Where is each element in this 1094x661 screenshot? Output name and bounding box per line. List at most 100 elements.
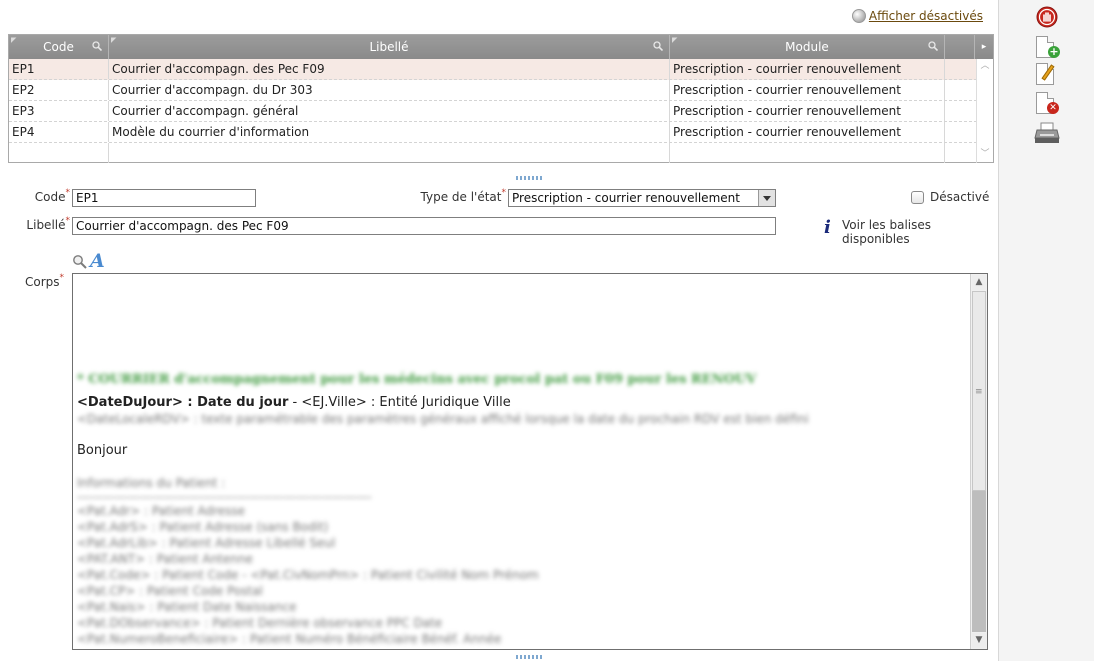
font-style-icon[interactable]: A: [90, 250, 105, 272]
editor-greeting: Bonjour: [77, 443, 128, 458]
table-row[interactable]: EP1 Courrier d'accompagn. des Pec F09 Pr…: [9, 59, 977, 80]
date-tag: <DateDuJour> : Date du jour: [77, 395, 289, 410]
search-icon[interactable]: [72, 254, 88, 270]
editor-blurred-line: <Pat.AdrS> : Patient Adresse (sans Bodit…: [77, 520, 329, 534]
body-editor[interactable]: * COURRIER d'accompagnement pour les méd…: [72, 273, 988, 650]
column-scroll-right[interactable]: ▸: [975, 35, 993, 59]
records-grid: ◤ Code ◤ Libellé ◤ Module ▸ EP1 Courrier…: [8, 34, 994, 163]
disabled-label: Désactivé: [930, 190, 990, 204]
toggle-disabled-icon: [851, 9, 866, 23]
cell-module: Prescription - courrier renouvellement: [670, 101, 945, 121]
column-header-code-label: Code: [43, 40, 74, 54]
editor-rule: ----------------------------------------…: [77, 490, 372, 504]
cell-module: Prescription - courrier renouvellement: [670, 80, 945, 100]
editor-blurred-line: <DateLocaleRDV> : texte paramétrable des…: [77, 412, 809, 426]
editor-date-line: <DateDuJour> : Date du jour - <EJ.Ville>…: [77, 395, 957, 411]
cell-extra: [945, 101, 977, 121]
cell-code: EP3: [9, 101, 109, 121]
editor-blurred-line: <Pat.Nais> : Patient Date Naissance: [77, 600, 297, 614]
info-icon[interactable]: i: [824, 217, 831, 238]
code-field[interactable]: EP1: [72, 189, 256, 207]
cell-empty: [670, 143, 945, 163]
cell-libelle: Courrier d'accompagn. du Dr 303: [109, 80, 670, 100]
cell-code: EP2: [9, 80, 109, 100]
grid-scrollbar[interactable]: ︿ ﹀: [976, 59, 993, 162]
grid-header: ◤ Code ◤ Libellé ◤ Module ▸: [9, 35, 993, 59]
resize-icon: ◤: [672, 36, 678, 44]
show-disabled-label: Afficher désactivés: [868, 9, 983, 23]
cell-empty: [945, 143, 977, 163]
table-row[interactable]: EP4 Modèle du courrier d'information Pre…: [9, 122, 977, 143]
editor-blurred-line: <Pat.AdrLib> : Patient Adresse Libellé S…: [77, 536, 336, 550]
type-label: Type de l'état*: [420, 188, 506, 204]
editor-blurred-line: <Pat.Adr> : Patient Adresse: [77, 504, 246, 518]
table-row-empty: [9, 143, 977, 164]
show-disabled-link[interactable]: Afficher désactivés: [851, 9, 983, 23]
new-document-icon[interactable]: +: [1036, 36, 1060, 60]
scroll-track[interactable]: [972, 491, 986, 632]
edit-document-icon[interactable]: [1036, 63, 1060, 87]
cell-libelle: Courrier d'accompagn. des Pec F09: [109, 59, 670, 79]
separator: -: [288, 395, 302, 410]
editor-section-title: Informations du Patient :: [77, 476, 226, 490]
scroll-down-icon[interactable]: ▼: [972, 633, 986, 648]
resize-icon: ◤: [111, 36, 117, 44]
disabled-checkbox[interactable]: [911, 191, 924, 204]
scroll-up-icon[interactable]: ︿: [980, 62, 990, 71]
scroll-down-icon[interactable]: ﹀: [980, 150, 990, 159]
cell-module: Prescription - courrier renouvellement: [670, 59, 945, 79]
cell-libelle: Modèle du courrier d'information: [109, 122, 670, 142]
cell-libelle: Courrier d'accompagn. général: [109, 101, 670, 121]
editor-green-heading: * COURRIER d'accompagnement pour les méd…: [77, 372, 757, 387]
libelle-field[interactable]: Courrier d'accompagn. des Pec F09: [72, 217, 776, 235]
cell-code: EP1: [9, 59, 109, 79]
editor-blurred-line: <Pat.NumeroBeneficiaire> : Patient Numér…: [77, 632, 502, 646]
column-header-module-label: Module: [785, 40, 829, 54]
editor-blurred-line: <Pat.DObservance> : Patient Dernière obs…: [77, 616, 443, 630]
code-label: Code*: [34, 188, 70, 204]
cell-empty: [9, 143, 109, 163]
filter-search-icon[interactable]: [92, 41, 102, 51]
table-row[interactable]: EP3 Courrier d'accompagn. général Prescr…: [9, 101, 977, 122]
column-header-code[interactable]: ◤ Code: [9, 35, 109, 59]
delete-document-icon[interactable]: ✕: [1036, 92, 1060, 116]
column-header-libelle[interactable]: ◤ Libellé: [109, 35, 670, 59]
type-select-value: Prescription - courrier renouvellement: [512, 191, 740, 205]
scroll-up-icon[interactable]: ▲: [972, 275, 986, 290]
body-label: Corps*: [24, 273, 64, 289]
cell-code: EP4: [9, 122, 109, 142]
grid-body: EP1 Courrier d'accompagn. des Pec F09 Pr…: [9, 59, 977, 164]
type-select[interactable]: Prescription - courrier renouvellement: [508, 189, 776, 207]
resize-icon: ◤: [11, 36, 17, 44]
cell-extra: [945, 80, 977, 100]
main-panel: Afficher désactivés ◤ Code ◤ Libellé ◤ M…: [0, 0, 998, 661]
printer-icon[interactable]: [1034, 122, 1060, 144]
filter-search-icon[interactable]: [928, 41, 938, 51]
type-label-text: Type de l'état: [420, 190, 502, 204]
ville-tag: <EJ.Ville>: [301, 395, 367, 410]
column-header-module[interactable]: ◤ Module: [670, 35, 945, 59]
editor-spacer: [77, 459, 957, 475]
table-row[interactable]: EP2 Courrier d'accompagn. du Dr 303 Pres…: [9, 80, 977, 101]
editor-spacer: [77, 427, 957, 443]
chevron-down-icon[interactable]: [758, 190, 775, 206]
ville-desc: : Entité Juridique Ville: [366, 395, 511, 410]
editor-blurred-line: <PAT.ANT> : Patient Antenne: [77, 552, 253, 566]
column-header-extra: [945, 35, 975, 59]
libelle-label: Libellé*: [26, 216, 70, 232]
editor-scrollbar[interactable]: ▲ ≡ ▼: [970, 274, 987, 649]
cell-module: Prescription - courrier renouvellement: [670, 122, 945, 142]
editor-splitter-handle[interactable]: [516, 655, 542, 659]
grid-splitter-handle[interactable]: [516, 176, 542, 180]
tags-link[interactable]: Voir les balises disponibles: [842, 218, 998, 246]
filter-search-icon[interactable]: [653, 41, 663, 51]
libelle-label-text: Libellé: [26, 218, 66, 232]
stop-hand-icon[interactable]: [1036, 6, 1058, 28]
actions-toolbar: + ✕: [998, 0, 1094, 661]
editor-blurred-line: <Pat.CP> : Patient Code Postal: [77, 584, 263, 598]
cell-empty: [109, 143, 670, 163]
code-label-text: Code: [34, 190, 66, 204]
editor-blurred-line: <Pat.Code> : Patient Code - <Pat.CivNomP…: [77, 568, 539, 582]
cell-extra: [945, 122, 977, 142]
column-header-libelle-label: Libellé: [369, 40, 409, 54]
